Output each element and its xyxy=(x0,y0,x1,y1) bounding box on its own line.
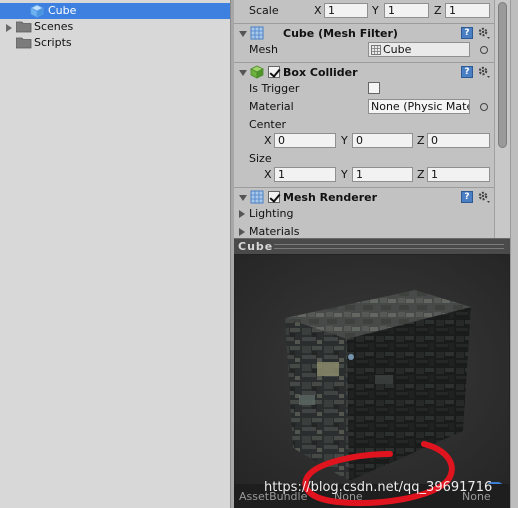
fold-arrow-icon[interactable] xyxy=(239,70,247,76)
is-trigger-label: Is Trigger xyxy=(249,82,300,95)
gear-icon[interactable] xyxy=(477,65,491,79)
size-label: Size xyxy=(249,152,272,165)
scale-z-label[interactable]: Z xyxy=(434,4,442,17)
object-picker-icon[interactable] xyxy=(480,103,488,111)
inspector-panel: Scale X 1 Y 1 Z 1 Cube (Mesh Filter) ? M… xyxy=(234,0,494,238)
mesh-filter-header[interactable]: Cube (Mesh Filter) ? xyxy=(234,23,494,42)
is-trigger-checkbox[interactable] xyxy=(368,82,380,94)
box-collider-header[interactable]: Box Collider ? xyxy=(234,62,494,81)
box-collider-title: Box Collider xyxy=(283,66,358,79)
size-z-label[interactable]: Z xyxy=(417,168,425,181)
center-z-field[interactable]: 0 xyxy=(427,133,490,148)
drag-grip[interactable] xyxy=(274,248,504,249)
project-item-label: Scenes xyxy=(34,20,74,33)
size-x-field[interactable]: 1 xyxy=(274,167,336,182)
object-picker-icon[interactable] xyxy=(480,46,488,54)
lighting-foldout-icon[interactable] xyxy=(239,210,245,218)
center-x-label[interactable]: X xyxy=(264,134,272,147)
folder-icon xyxy=(16,21,32,33)
center-y-field[interactable]: 0 xyxy=(352,133,413,148)
scale-z-field[interactable]: 1 xyxy=(445,3,490,18)
scale-y-label[interactable]: Y xyxy=(372,4,379,17)
folder-icon xyxy=(16,37,32,49)
mesh-renderer-enabled-checkbox[interactable] xyxy=(268,191,280,203)
project-panel: Cube Scenes Scripts xyxy=(0,0,230,508)
project-item-label: Cube xyxy=(48,4,77,17)
project-item-scenes[interactable]: Scenes xyxy=(0,19,230,35)
help-icon[interactable]: ? xyxy=(461,27,473,39)
project-item-cube[interactable]: Cube xyxy=(0,3,230,19)
fold-arrow-icon[interactable] xyxy=(239,195,247,201)
center-y-label[interactable]: Y xyxy=(341,134,348,147)
window-edge xyxy=(510,0,518,508)
mesh-filter-icon xyxy=(250,26,264,40)
scrollbar-thumb[interactable] xyxy=(498,2,507,148)
box-collider-icon xyxy=(250,65,264,79)
material-field[interactable]: None (Physic Mate xyxy=(368,99,470,114)
mesh-renderer-icon xyxy=(250,190,264,204)
mesh-icon xyxy=(371,45,381,55)
mesh-field[interactable]: Cube xyxy=(368,42,470,57)
materials-foldout[interactable]: Materials xyxy=(249,225,299,238)
help-icon[interactable]: ? xyxy=(461,66,473,78)
size-x-label[interactable]: X xyxy=(264,168,272,181)
preview-title: Cube xyxy=(238,240,274,253)
help-icon[interactable]: ? xyxy=(461,191,473,203)
size-y-label[interactable]: Y xyxy=(341,168,348,181)
inspector-scrollbar[interactable] xyxy=(494,0,510,238)
watermark-text: https://blog.csdn.net/qq_39691716 xyxy=(264,480,493,495)
expand-arrow-icon[interactable] xyxy=(6,24,12,32)
mesh-renderer-header[interactable]: Mesh Renderer ? xyxy=(234,187,494,206)
mesh-label: Mesh xyxy=(249,43,278,56)
prefab-cube-icon xyxy=(30,4,44,18)
scale-y-field[interactable]: 1 xyxy=(384,3,429,18)
scale-x-label[interactable]: X xyxy=(314,4,322,17)
mesh-filter-title: Cube (Mesh Filter) xyxy=(283,27,398,40)
center-z-label[interactable]: Z xyxy=(417,134,425,147)
material-label: Material xyxy=(249,100,294,113)
center-label: Center xyxy=(249,118,287,131)
size-y-field[interactable]: 1 xyxy=(352,167,413,182)
size-z-field[interactable]: 1 xyxy=(427,167,490,182)
materials-foldout-icon[interactable] xyxy=(239,228,245,236)
fold-arrow-icon[interactable] xyxy=(239,31,247,37)
gear-icon[interactable] xyxy=(477,26,491,40)
drag-grip[interactable] xyxy=(274,244,504,245)
red-annotation-circle xyxy=(302,441,455,507)
box-collider-enabled-checkbox[interactable] xyxy=(268,66,280,78)
project-item-scripts[interactable]: Scripts xyxy=(0,35,230,51)
lighting-foldout[interactable]: Lighting xyxy=(249,207,293,220)
preview-header[interactable]: Cube xyxy=(234,238,510,254)
project-item-label: Scripts xyxy=(34,36,72,49)
mesh-value: Cube xyxy=(383,43,412,56)
scale-x-field[interactable]: 1 xyxy=(324,3,368,18)
mesh-renderer-title: Mesh Renderer xyxy=(283,191,378,204)
center-x-field[interactable]: 0 xyxy=(274,133,336,148)
scale-label: Scale xyxy=(249,4,279,17)
gear-icon[interactable] xyxy=(477,190,491,204)
